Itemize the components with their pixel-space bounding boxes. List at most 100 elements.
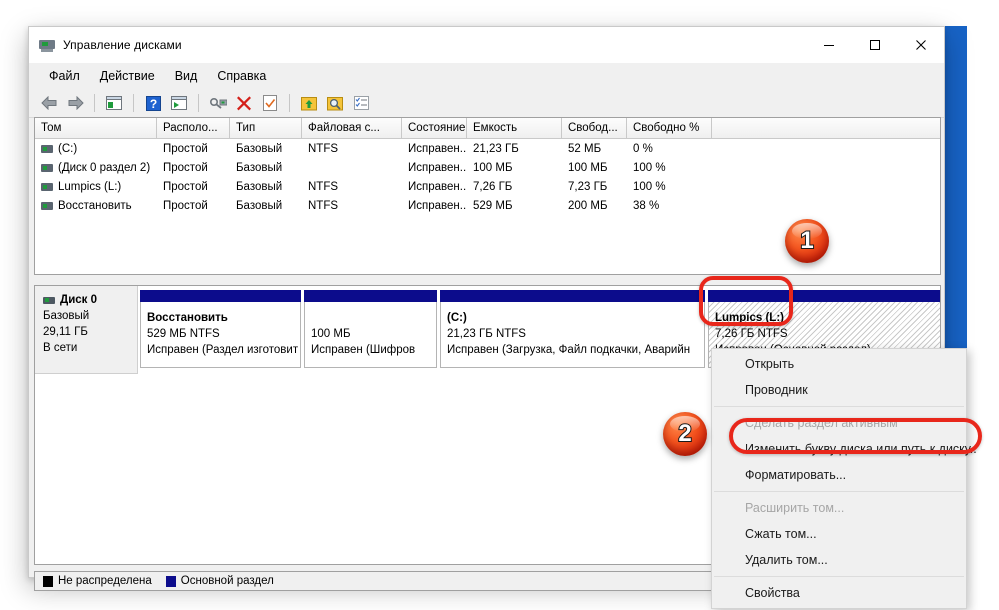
- legend-label: Основной раздел: [181, 575, 274, 587]
- partition-color-bar: [708, 290, 941, 302]
- cell-status: Исправен...: [402, 143, 467, 155]
- context-menu-item-8[interactable]: Свойства: [712, 580, 966, 606]
- cell-type: Базовый: [230, 181, 302, 193]
- column-header-1[interactable]: Располо...: [157, 118, 230, 138]
- close-button[interactable]: [898, 27, 944, 63]
- partition-details: Восстановить529 МБ NTFSИсправен (Раздел …: [140, 302, 301, 368]
- context-menu-item-7[interactable]: Удалить том...: [712, 547, 966, 573]
- partition-block-0[interactable]: Восстановить529 МБ NTFSИсправен (Раздел …: [140, 290, 301, 370]
- cell-capacity: 100 МБ: [467, 162, 562, 174]
- volume-label: Lumpics (L:): [58, 181, 121, 193]
- partition-status: Исправен (Шифров: [311, 342, 436, 358]
- table-row[interactable]: (Диск 0 раздел 2)ПростойБазовыйИсправен.…: [35, 158, 940, 177]
- check-icon[interactable]: [258, 92, 282, 114]
- menu-bar: Файл Действие Вид Справка: [29, 63, 944, 89]
- cell-free: 200 МБ: [562, 200, 627, 212]
- svg-text:?: ?: [149, 97, 156, 111]
- partition-name: [311, 310, 436, 326]
- volume-icon: [41, 145, 53, 153]
- step-badge-1: 1: [785, 219, 829, 263]
- cell-type: Базовый: [230, 200, 302, 212]
- partition-name: Lumpics (L:): [715, 310, 941, 326]
- partition-name: Восстановить: [147, 310, 300, 326]
- list-view-icon[interactable]: [349, 92, 373, 114]
- cell-capacity: 21,23 ГБ: [467, 143, 562, 155]
- step-badge-2: 2: [663, 412, 707, 456]
- extend-volume-icon[interactable]: [297, 92, 321, 114]
- menu-file[interactable]: Файл: [39, 66, 90, 86]
- rescan-disks-icon[interactable]: [206, 92, 230, 114]
- window-controls: [806, 27, 944, 63]
- cell-capacity: 529 МБ: [467, 200, 562, 212]
- cell-layout: Простой: [157, 143, 230, 155]
- column-header-3[interactable]: Файловая с...: [302, 118, 402, 138]
- cell-layout: Простой: [157, 200, 230, 212]
- context-menu-item-6[interactable]: Сжать том...: [712, 521, 966, 547]
- partition-size-fs: 529 МБ NTFS: [147, 326, 300, 342]
- table-row[interactable]: (C:)ПростойБазовыйNTFSИсправен...21,23 Г…: [35, 139, 940, 158]
- toolbar-separator: [198, 94, 199, 112]
- column-header-8[interactable]: [712, 118, 940, 138]
- cell-free: 7,23 ГБ: [562, 181, 627, 193]
- delete-icon[interactable]: [232, 92, 256, 114]
- show-hide-console-tree-icon[interactable]: [102, 92, 126, 114]
- step-badge-2-number: 2: [678, 422, 691, 446]
- disk-icon: [43, 297, 55, 304]
- menu-action[interactable]: Действие: [90, 66, 165, 86]
- disk0-info-panel[interactable]: Диск 0 Базовый 29,11 ГБ В сети: [35, 286, 138, 374]
- toolbar-separator: [133, 94, 134, 112]
- minimize-button[interactable]: [806, 27, 852, 63]
- toolbar-separator: [289, 94, 290, 112]
- context-menu-item-1[interactable]: Проводник: [712, 377, 966, 403]
- partition-size-fs: 21,23 ГБ NTFS: [447, 326, 704, 342]
- menu-help[interactable]: Справка: [207, 66, 276, 86]
- partition-size-fs: 7,26 ГБ NTFS: [715, 326, 941, 342]
- cell-filesystem: NTFS: [302, 181, 402, 193]
- context-menu-item-5: Расширить том...: [712, 495, 966, 521]
- table-row[interactable]: ВосстановитьПростойБазовыйNTFSИсправен..…: [35, 196, 940, 215]
- cell-status: Исправен...: [402, 181, 467, 193]
- partition-status: Исправен (Раздел изготовит: [147, 342, 300, 358]
- column-header-0[interactable]: Том: [35, 118, 157, 138]
- volume-list-body: (C:)ПростойБазовыйNTFSИсправен...21,23 Г…: [35, 139, 940, 215]
- cell-status: Исправен...: [402, 162, 467, 174]
- cell-type: Базовый: [230, 143, 302, 155]
- column-header-4[interactable]: Состояние: [402, 118, 467, 138]
- column-header-7[interactable]: Свободно %: [627, 118, 712, 138]
- cell-volume: (C:): [35, 143, 157, 155]
- context-menu-item-2: Сделать раздел активным: [712, 410, 966, 436]
- disk0-state: В сети: [43, 340, 137, 356]
- disk0-type: Базовый: [43, 308, 137, 324]
- volume-icon: [41, 183, 53, 191]
- cell-type: Базовый: [230, 162, 302, 174]
- maximize-button[interactable]: [852, 27, 898, 63]
- legend-swatch: [166, 576, 176, 587]
- cell-free: 52 МБ: [562, 143, 627, 155]
- legend-item-1: Основной раздел: [166, 575, 274, 587]
- column-header-6[interactable]: Свобод...: [562, 118, 627, 138]
- forward-icon[interactable]: [63, 92, 87, 114]
- table-row[interactable]: Lumpics (L:) ПростойБазовыйNTFSИсправен..…: [35, 177, 940, 196]
- volume-label: (Диск 0 раздел 2): [58, 162, 150, 174]
- partition-block-1[interactable]: 100 МБИсправен (Шифров: [304, 290, 437, 370]
- help-icon[interactable]: ?: [141, 92, 165, 114]
- volume-list-header: ТомРасполо...ТипФайловая с...СостояниеЕм…: [35, 118, 940, 139]
- partition-details: (C:)21,23 ГБ NTFSИсправен (Загрузка, Фай…: [440, 302, 705, 368]
- properties-zoom-icon[interactable]: [323, 92, 347, 114]
- partition-block-2[interactable]: (C:)21,23 ГБ NTFSИсправен (Загрузка, Фай…: [440, 290, 705, 370]
- context-menu-item-0[interactable]: Открыть: [712, 351, 966, 377]
- step-badge-1-number: 1: [800, 229, 813, 253]
- partition-context-menu: ОткрытьПроводник Сделать раздел активнымИ…: [711, 348, 967, 609]
- context-menu-item-3[interactable]: Изменить букву диска или путь к диску..: [712, 436, 966, 462]
- show-action-pane-icon[interactable]: [167, 92, 191, 114]
- cell-free_pct: 100 %: [627, 181, 712, 193]
- disk-management-icon: [39, 37, 55, 53]
- cell-volume: Восстановить: [35, 200, 157, 212]
- column-header-5[interactable]: Емкость: [467, 118, 562, 138]
- context-menu-item-4[interactable]: Форматировать...: [712, 462, 966, 488]
- cell-layout: Простой: [157, 181, 230, 193]
- cell-free_pct: 100 %: [627, 162, 712, 174]
- back-icon[interactable]: [37, 92, 61, 114]
- column-header-2[interactable]: Тип: [230, 118, 302, 138]
- menu-view[interactable]: Вид: [165, 66, 208, 86]
